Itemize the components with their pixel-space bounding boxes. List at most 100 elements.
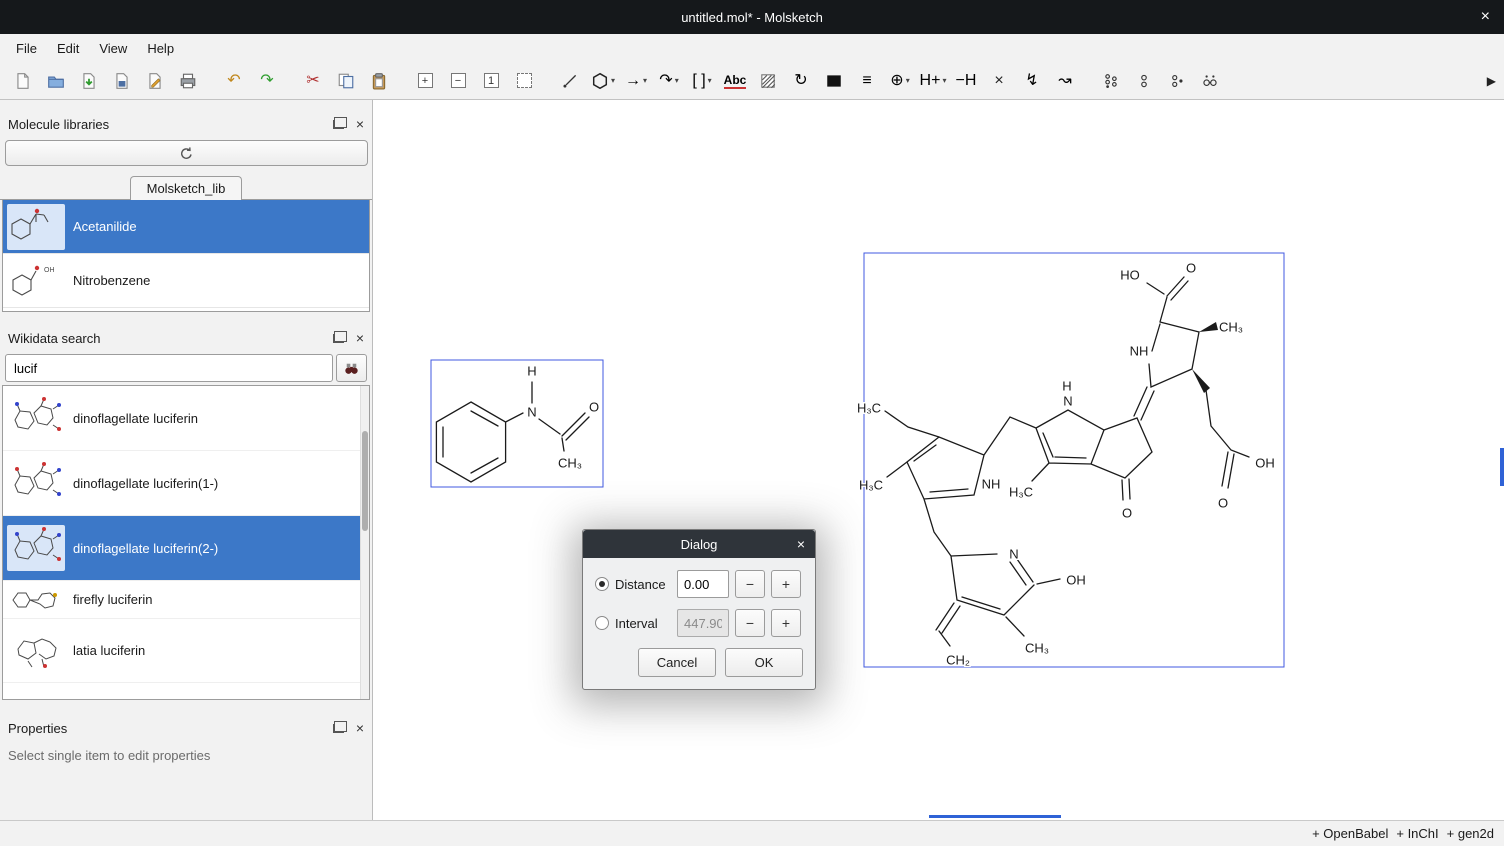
mechanism-arrow-tool[interactable]: ↷▾ — [654, 66, 684, 96]
float-panel-icon[interactable] — [333, 120, 344, 129]
statusbar: + OpenBabel+ InChI+ gen2d — [0, 820, 1504, 846]
ok-button[interactable]: OK — [725, 648, 803, 677]
interval-increment-button[interactable]: + — [771, 609, 801, 637]
atom-group-tool[interactable] — [1162, 66, 1192, 96]
selection-box-luciferin[interactable] — [864, 253, 1284, 667]
menu-view[interactable]: View — [89, 37, 137, 60]
vertical-scrollbar[interactable] — [1500, 448, 1504, 486]
draw-bond-tool[interactable] — [555, 66, 585, 96]
rotate-tool[interactable]: ↻ — [786, 66, 816, 96]
open-file[interactable] — [41, 66, 71, 96]
list-item[interactable]: dinoflagellate luciferin(2-) — [3, 516, 369, 581]
drawing-canvas[interactable]: H N O CH₃ HO O NH CH₃ H N OH O H₃C H₃C — [373, 100, 1504, 820]
atom-pair-tool[interactable] — [1129, 66, 1159, 96]
import-file[interactable] — [74, 66, 104, 96]
add-hydrogen-tool[interactable]: H+▾ — [918, 66, 948, 96]
delete-tool[interactable]: × — [984, 66, 1014, 96]
scrollbar-thumb[interactable] — [362, 431, 368, 531]
dots-b-icon — [1135, 72, 1153, 90]
wikidata-results-list: dinoflagellate luciferin dinoflagellate … — [2, 385, 370, 700]
list-item[interactable]: latia luciferin — [3, 619, 369, 683]
search-input[interactable] — [5, 354, 333, 382]
charge-tool[interactable]: ⊕▾ — [885, 66, 915, 96]
window-close-button[interactable]: × — [1481, 0, 1490, 34]
list-item-nitrobenzene[interactable]: OH Nitrobenzene — [3, 254, 369, 308]
interval-decrement-button[interactable]: − — [735, 609, 765, 637]
close-panel-icon[interactable]: × — [356, 721, 364, 735]
folder-icon — [47, 72, 65, 90]
list-item[interactable]: dinoflagellate luciferin — [3, 386, 369, 451]
bracket-tool[interactable]: [ ]▾ — [687, 66, 717, 96]
dialog-titlebar[interactable]: Dialog × — [583, 530, 815, 558]
export-file[interactable] — [140, 66, 170, 96]
dialog-close-button[interactable]: × — [797, 536, 805, 552]
zoom-out[interactable]: − — [443, 66, 473, 96]
box-minus-icon: − — [451, 73, 466, 88]
acetanilide-molecule[interactable]: H N O CH₃ — [436, 363, 599, 482]
menu-file[interactable]: File — [6, 37, 47, 60]
copy[interactable] — [331, 66, 361, 96]
result-label: dinoflagellate luciferin(2-) — [73, 541, 218, 556]
luciferin-molecule[interactable]: HO O NH CH₃ H N OH O H₃C H₃C NH H₃C O N … — [857, 260, 1275, 667]
atom-label: N — [1063, 393, 1072, 408]
atom-label: HO — [1120, 267, 1140, 282]
list-item-acetanilide[interactable]: Acetanilide — [3, 200, 369, 254]
interval-radio[interactable] — [595, 616, 609, 630]
status-plugin: + OpenBabel — [1312, 826, 1388, 841]
cut[interactable]: ✂ — [298, 66, 328, 96]
zoom-fit[interactable] — [509, 66, 539, 96]
list-item[interactable]: dinoflagellate luciferin(1-) — [3, 451, 369, 516]
undo[interactable]: ↶ — [219, 66, 249, 96]
redo[interactable]: ↷ — [252, 66, 282, 96]
molecule-thumbnail — [7, 460, 65, 506]
molecule-thumbnail — [7, 628, 65, 674]
atom-connect-tool[interactable] — [1096, 66, 1126, 96]
electron-flow-tool[interactable]: ↯ — [1017, 66, 1047, 96]
distance-decrement-button[interactable]: − — [735, 570, 765, 598]
dialog-window[interactable]: Dialog × Distance − + Interval − + — [582, 529, 816, 690]
color-swatch[interactable] — [819, 66, 849, 96]
save-file[interactable] — [107, 66, 137, 96]
list-item[interactable]: firefly luciferin — [3, 581, 369, 619]
ring-tool[interactable]: ▾ — [588, 66, 618, 96]
atom-label: O — [1218, 495, 1228, 510]
distance-row: Distance − + — [595, 570, 803, 598]
distance-radio[interactable] — [595, 577, 609, 591]
dropdown-arrow-icon: ▾ — [611, 76, 615, 85]
tab-molsketch-lib[interactable]: Molsketch_lib — [130, 176, 243, 200]
results-scrollbar[interactable] — [360, 386, 369, 699]
remove-hydrogen-tool[interactable]: −H — [951, 66, 981, 96]
libraries-panel-header: Molecule libraries × — [0, 112, 372, 136]
spectacles-tool[interactable] — [1195, 66, 1225, 96]
menu-edit[interactable]: Edit — [47, 37, 89, 60]
line-width-tool[interactable]: ≡ — [852, 66, 882, 96]
zoom-in[interactable]: + — [410, 66, 440, 96]
new-file[interactable] — [8, 66, 38, 96]
toolbar-extension-button[interactable]: ▶ — [1487, 74, 1496, 88]
refresh-library-button[interactable] — [5, 140, 368, 166]
interval-input[interactable] — [677, 609, 729, 637]
hatch-tool[interactable] — [753, 66, 783, 96]
distance-increment-button[interactable]: + — [771, 570, 801, 598]
cut-icon: ✂ — [306, 73, 319, 89]
text-tool[interactable]: Abc — [720, 66, 750, 96]
cancel-button[interactable]: Cancel — [638, 648, 716, 677]
distance-input[interactable] — [677, 570, 729, 598]
close-panel-icon[interactable]: × — [356, 331, 364, 345]
zoom-reset[interactable]: 1 — [476, 66, 506, 96]
print[interactable] — [173, 66, 203, 96]
paste-icon — [370, 72, 388, 90]
wikidata-search-button[interactable] — [336, 354, 367, 382]
horizontal-scrollbar[interactable] — [929, 815, 1061, 818]
delete-tool-icon: × — [994, 73, 1003, 89]
close-panel-icon[interactable]: × — [356, 117, 364, 131]
dropdown-arrow-icon: ▾ — [906, 76, 910, 85]
arrow-tool[interactable]: →▾ — [621, 66, 651, 96]
molecule-scene[interactable]: H N O CH₃ HO O NH CH₃ H N OH O H₃C H₃C — [373, 100, 1503, 820]
mechanism-tool[interactable]: ↝ — [1050, 66, 1080, 96]
float-panel-icon[interactable] — [333, 724, 344, 733]
menu-help[interactable]: Help — [137, 37, 184, 60]
float-panel-icon[interactable] — [333, 334, 344, 343]
page-icon — [14, 72, 32, 90]
paste[interactable] — [364, 66, 394, 96]
